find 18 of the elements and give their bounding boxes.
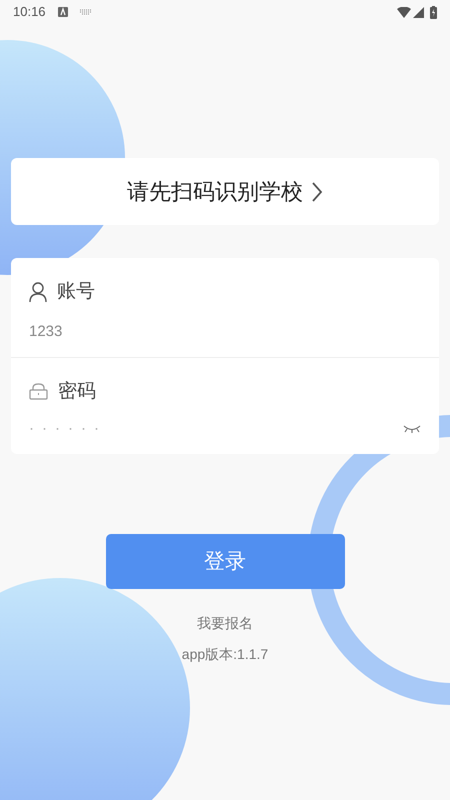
signal-icon (413, 6, 424, 18)
user-icon (29, 282, 47, 302)
wifi-icon (397, 6, 411, 18)
status-time: 10:16 (13, 3, 46, 22)
eye-closed-icon[interactable] (403, 424, 421, 434)
account-label: 账号 (57, 280, 95, 304)
battery-icon (430, 6, 437, 18)
keyboard-icon (80, 9, 92, 15)
keyboard-letter-icon (58, 7, 68, 17)
account-input[interactable]: 1233 (29, 318, 421, 344)
password-label: 密码 (58, 380, 96, 404)
chevron-right-icon (311, 180, 323, 202)
lock-icon (29, 383, 48, 400)
version-text: app版本:1.1.7 (182, 645, 268, 664)
password-input[interactable]: ······ (29, 418, 403, 440)
school-scan-button[interactable]: 请先扫码识别学校 (11, 158, 439, 225)
signup-link[interactable]: 我要报名 (197, 613, 253, 634)
login-button[interactable]: 登录 (106, 534, 344, 589)
